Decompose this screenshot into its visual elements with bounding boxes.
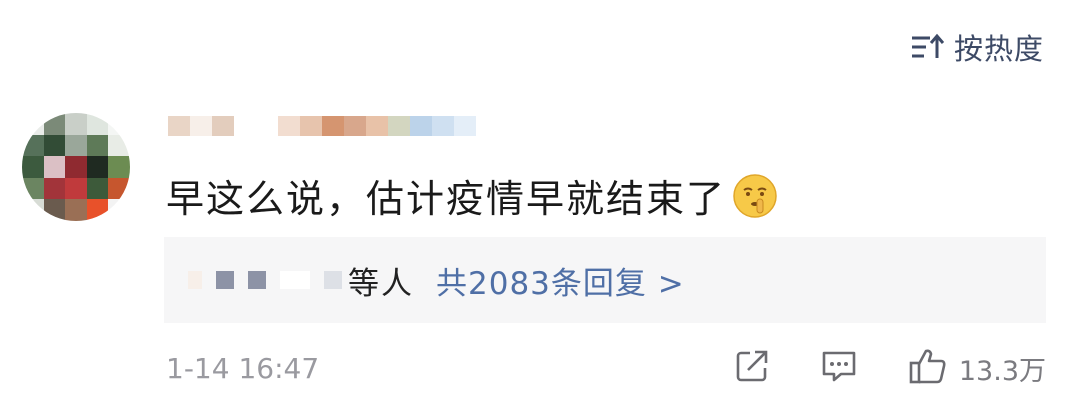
share-icon [733, 347, 771, 389]
sort-by-heat-button[interactable]: 按热度 [910, 26, 1044, 68]
comment-text-row: 早这么说，估计疫情早就结束了 [166, 168, 778, 223]
reply-authors-suffix: 等人 [348, 265, 414, 302]
replies-preview[interactable]: 等人 共2083条回复 > [164, 237, 1046, 323]
avatar[interactable] [22, 113, 130, 221]
like-count: 13.3万 [958, 355, 1046, 387]
shush-emoji-icon [732, 173, 778, 219]
sort-label: 按热度 [953, 32, 1044, 66]
comment-text: 早这么说，估计疫情早就结束了 [166, 177, 727, 221]
sort-icon [910, 32, 944, 62]
username-pixelated[interactable] [168, 112, 476, 148]
comment-timestamp: 1-14 16:47 [166, 351, 320, 385]
like-button[interactable]: 13.3万 [907, 346, 1046, 390]
reply-authors-pixelated [188, 271, 342, 289]
comment-footer: 1-14 16:47 13.3万 [166, 346, 1046, 390]
comment-actions: 13.3万 [733, 346, 1046, 390]
reply-icon [819, 347, 859, 389]
like-icon [907, 346, 949, 390]
share-button[interactable] [733, 347, 771, 389]
reply-button[interactable] [819, 347, 859, 389]
view-all-replies-link[interactable]: 共2083条回复 > [436, 258, 685, 303]
